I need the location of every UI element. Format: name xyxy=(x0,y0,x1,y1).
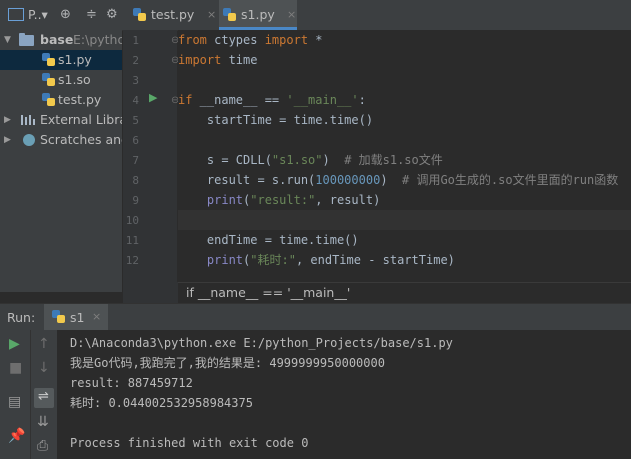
scroll-up-icon[interactable]: ↑ xyxy=(38,336,50,352)
python-file-icon xyxy=(42,53,55,67)
python-file-icon xyxy=(133,8,146,22)
run-console[interactable]: D:\Anaconda3\python.exe E:/python_Projec… xyxy=(58,330,631,459)
tree-item-label: base xyxy=(40,32,74,47)
tree-item-label: s1.so xyxy=(58,72,91,87)
code-line-4: if __name__ == '__main__': xyxy=(178,93,366,107)
project-view-icon[interactable] xyxy=(8,8,24,21)
python-file-icon xyxy=(223,8,236,22)
code-line-2: import time xyxy=(178,53,258,67)
line-number: 2 xyxy=(132,54,139,67)
tab-label: s1.py xyxy=(241,7,275,22)
breadcrumb-gutter xyxy=(123,282,178,303)
line-number: 4 xyxy=(132,94,139,107)
code-line-7: s = CDLL("s1.so") # 加载s1.so文件 xyxy=(178,153,443,167)
tab-test-py[interactable]: test.py × xyxy=(129,0,216,30)
code-line-5: startTime = time.time() xyxy=(178,113,374,127)
expand-arrow-icon[interactable]: ▶ xyxy=(4,130,11,150)
line-number: 1 xyxy=(132,34,139,47)
code-line-8: result = s.run(100000000) # 调用Go生成的.so文件… xyxy=(178,173,619,187)
tree-item-base[interactable]: ▼ base E:\pytho xyxy=(0,30,122,50)
line-number: 6 xyxy=(132,134,139,147)
run-panel-header: Run: s1 × xyxy=(0,303,631,331)
code-line-12: print("耗时:", endTime - startTime) xyxy=(178,253,455,267)
expand-arrow-icon[interactable]: ▶ xyxy=(4,110,11,130)
scratches-icon xyxy=(23,134,35,146)
layout-icon[interactable]: ▤ xyxy=(8,394,21,410)
python-file-icon xyxy=(42,93,55,107)
close-icon[interactable]: × xyxy=(92,310,101,323)
run-label: Run: xyxy=(7,310,36,325)
console-line: 耗时: 0.044002532958984375 xyxy=(70,396,253,410)
close-icon[interactable]: × xyxy=(207,0,216,30)
run-toolbar-secondary: ↑ ↓ ⇌ ⇊ ⎙ xyxy=(31,330,58,459)
run-tab-label: s1 xyxy=(70,310,85,325)
tree-item-label: External Librar xyxy=(40,112,122,127)
line-number: 7 xyxy=(132,154,139,167)
code-line-11: endTime = time.time() xyxy=(178,233,359,247)
line-number: 3 xyxy=(132,74,139,87)
run-gutter-icon[interactable]: ▶ xyxy=(149,91,157,104)
folder-icon xyxy=(19,33,34,46)
tree-item-label: s1.py xyxy=(58,52,92,67)
breadcrumb-item[interactable]: if __name__ == '__main__' xyxy=(186,285,350,300)
pin-icon[interactable]: 📌 xyxy=(8,428,25,444)
line-number: 11 xyxy=(125,234,139,247)
code-editor[interactable]: from ctypes import * import time if __na… xyxy=(178,30,631,282)
tree-item-test-py[interactable]: test.py xyxy=(0,90,122,110)
console-line: 我是Go代码,我跑完了,我的结果是: 4999999950000000 xyxy=(70,356,385,370)
code-line-9: print("result:", result) xyxy=(178,193,381,207)
scroll-to-end-icon[interactable]: ⇊ xyxy=(37,414,49,430)
python-file-icon xyxy=(42,73,55,87)
rerun-icon[interactable]: ▶ xyxy=(9,336,20,352)
tab-s1-py[interactable]: s1.py × xyxy=(219,0,297,30)
expand-arrow-icon[interactable]: ▼ xyxy=(4,30,11,50)
tree-item-external-libraries[interactable]: ▶ External Librar xyxy=(0,110,122,130)
print-icon[interactable]: ⎙ xyxy=(37,438,48,454)
project-toolbar: P..▾ ⊕ ≑ ⚙ xyxy=(0,0,123,31)
editor-tabbar: test.py × s1.py × xyxy=(123,0,631,31)
settings-icon[interactable]: ⚙ xyxy=(106,7,118,22)
tree-item-path: E:\pytho xyxy=(73,32,122,47)
soft-wrap-button[interactable]: ⇌ xyxy=(34,388,54,408)
tree-item-s1-py[interactable]: s1.py xyxy=(0,50,122,70)
console-line: D:\Anaconda3\python.exe E:/python_Projec… xyxy=(70,336,453,350)
run-toolbar: ▶ ■ ▤ 📌 xyxy=(0,330,31,459)
console-line: result: 887459712 xyxy=(70,376,193,390)
breadcrumb[interactable]: if __name__ == '__main__' xyxy=(178,282,631,303)
target-icon[interactable]: ⊕ xyxy=(60,7,71,22)
tree-item-scratches[interactable]: ▶ Scratches and xyxy=(0,130,122,150)
tree-item-label: Scratches and xyxy=(40,132,122,147)
library-icon xyxy=(21,115,35,125)
line-number: 12 xyxy=(125,254,139,267)
tree-item-label: test.py xyxy=(58,92,102,107)
project-tree: ▼ base E:\pytho s1.py s1.so test.py ▶ Ex… xyxy=(0,30,122,292)
line-number: 10 xyxy=(125,214,139,227)
line-number: 9 xyxy=(132,194,139,207)
stop-icon[interactable]: ■ xyxy=(9,360,22,376)
current-line-highlight xyxy=(178,210,631,230)
python-file-icon xyxy=(52,310,65,324)
code-line-1: from ctypes import * xyxy=(178,33,323,47)
tab-label: test.py xyxy=(151,7,195,22)
console-line: Process finished with exit code 0 xyxy=(70,436,309,450)
line-number: 8 xyxy=(132,174,139,187)
project-view-dropdown[interactable]: P..▾ xyxy=(28,7,48,22)
collapse-icon[interactable]: ≑ xyxy=(86,7,97,22)
close-icon[interactable]: × xyxy=(287,0,296,30)
line-number: 5 xyxy=(132,114,139,127)
run-tab-s1[interactable]: s1 × xyxy=(44,304,108,330)
tree-item-s1-so[interactable]: s1.so xyxy=(0,70,122,90)
scroll-down-icon[interactable]: ↓ xyxy=(38,360,50,376)
